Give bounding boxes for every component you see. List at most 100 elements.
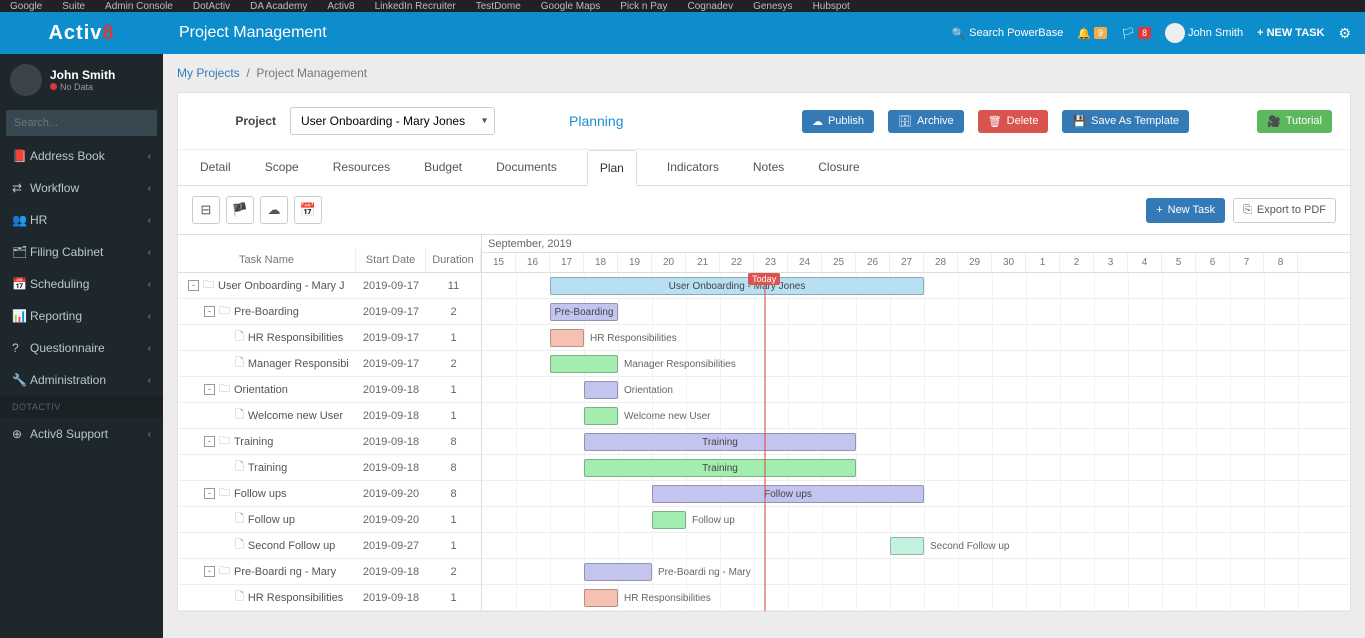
bookmark-item[interactable]: Pick n Pay	[620, 1, 667, 12]
task-row[interactable]: -🗀Pre-Boardi ng - Mary2019-09-182	[178, 559, 481, 585]
tree-toggle[interactable]: -	[204, 566, 215, 577]
sidebar-item-activ8-support[interactable]: ⊕Activ8 Support‹	[0, 418, 163, 450]
gantt-bar[interactable]: Pre-Boarding	[550, 303, 618, 321]
task-row[interactable]: 🗋Welcome new User2019-09-181	[178, 403, 481, 429]
sidebar-item-filing-cabinet[interactable]: 🗂Filing Cabinet‹	[0, 236, 163, 268]
notifications-button[interactable]: 🔔 9	[1077, 27, 1107, 40]
download-button[interactable]: ☁	[260, 196, 288, 224]
collapse-all-button[interactable]: ⊟	[192, 196, 220, 224]
sidebar-item-hr[interactable]: 👥HR‹	[0, 204, 163, 236]
task-row[interactable]: 🗋Follow up2019-09-201	[178, 507, 481, 533]
tab-plan[interactable]: Plan	[587, 150, 637, 186]
breadcrumb-home[interactable]: My Projects	[177, 66, 240, 80]
search-powerbase[interactable]: 🔍 Search PowerBase	[951, 27, 1063, 40]
export-pdf-button[interactable]: ⎘Export to PDF	[1233, 198, 1336, 223]
date-button[interactable]: 📅	[294, 196, 322, 224]
project-select-wrap[interactable]: User Onboarding - Mary Jones ▾	[290, 107, 495, 135]
bookmark-item[interactable]: TestDome	[476, 1, 521, 12]
gantt-bar[interactable]	[550, 355, 618, 373]
gantt-bar[interactable]	[652, 511, 686, 529]
task-name: User Onboarding - Mary J	[218, 280, 345, 292]
gantt-bar[interactable]	[550, 329, 584, 347]
user-menu[interactable]: John Smith	[1165, 23, 1243, 43]
gantt-bar[interactable]	[584, 589, 618, 607]
gantt-bar-label: Pre-Boardi ng - Mary	[652, 563, 751, 581]
gantt-bar-label: Welcome new User	[618, 407, 711, 425]
search-input[interactable]	[6, 111, 164, 135]
bookmark-item[interactable]: Activ8	[327, 1, 354, 12]
task-start: 2019-09-27	[356, 540, 426, 552]
gantt-bar[interactable]	[890, 537, 924, 555]
bookmark-item[interactable]: Admin Console	[105, 1, 173, 12]
gantt-bar[interactable]	[584, 381, 618, 399]
publish-button[interactable]: ☁Publish	[802, 110, 874, 133]
sidebar-item-reporting[interactable]: 📊Reporting‹	[0, 300, 163, 332]
tab-scope[interactable]: Scope	[261, 150, 303, 186]
task-row[interactable]: 🗋Training2019-09-188	[178, 455, 481, 481]
tab-detail[interactable]: Detail	[196, 150, 235, 186]
task-row[interactable]: 🗋Manager Responsibi2019-09-172	[178, 351, 481, 377]
bookmark-item[interactable]: DotActiv	[193, 1, 230, 12]
nav-section-header: DOTACTIV	[0, 396, 163, 418]
tab-notes[interactable]: Notes	[749, 150, 788, 186]
new-task-header-button[interactable]: + NEW TASK	[1257, 27, 1324, 39]
task-row[interactable]: -🗀Orientation2019-09-181	[178, 377, 481, 403]
bookmark-item[interactable]: Suite	[62, 1, 85, 12]
breadcrumb: My Projects / Project Management	[177, 66, 1351, 80]
task-row[interactable]: 🗋HR Responsibilities2019-09-171	[178, 325, 481, 351]
bookmark-item[interactable]: Genesys	[753, 1, 792, 12]
gantt-bar[interactable]	[584, 407, 618, 425]
task-row[interactable]: -🗀Pre-Boarding2019-09-172	[178, 299, 481, 325]
bookmark-item[interactable]: Google Maps	[541, 1, 600, 12]
gantt-bar[interactable]: User Onboarding - Mary Jones	[550, 277, 924, 295]
tab-indicators[interactable]: Indicators	[663, 150, 723, 186]
tutorial-button[interactable]: 🎥Tutorial	[1257, 110, 1332, 133]
tab-documents[interactable]: Documents	[492, 150, 561, 186]
sidebar-item-administration[interactable]: 🔧Administration‹	[0, 364, 163, 396]
day-header: 26	[856, 253, 890, 272]
day-header: 28	[924, 253, 958, 272]
tree-toggle[interactable]: -	[204, 436, 215, 447]
task-row[interactable]: -🗀Follow ups2019-09-208	[178, 481, 481, 507]
archive-button[interactable]: 🗄Archive	[888, 110, 964, 133]
bookmark-item[interactable]: DA Academy	[250, 1, 307, 12]
delete-button[interactable]: 🗑Delete	[978, 110, 1049, 133]
task-row[interactable]: 🗋Second Follow up2019-09-271	[178, 533, 481, 559]
gantt-bar[interactable]: Training	[584, 459, 856, 477]
task-name: Pre-Boarding	[234, 306, 299, 318]
bookmark-item[interactable]: LinkedIn Recruiter	[375, 1, 456, 12]
tree-toggle[interactable]: -	[188, 280, 199, 291]
bookmark-item[interactable]: Google	[10, 1, 42, 12]
save-template-button[interactable]: 💾Save As Template	[1062, 110, 1189, 133]
tab-budget[interactable]: Budget	[420, 150, 466, 186]
task-row[interactable]: -🗀Training2019-09-188	[178, 429, 481, 455]
tree-toggle[interactable]: -	[204, 488, 215, 499]
sidebar-item-scheduling[interactable]: 📅Scheduling‹	[0, 268, 163, 300]
task-start: 2019-09-17	[356, 280, 426, 292]
project-select[interactable]: User Onboarding - Mary Jones	[290, 107, 495, 135]
sidebar-item-address-book[interactable]: 📕Address Book‹	[0, 140, 163, 172]
messages-button[interactable]: 🏳 8	[1121, 27, 1151, 40]
task-row[interactable]: 🗋HR Responsibilities2019-09-181	[178, 585, 481, 611]
tree-toggle[interactable]: -	[204, 306, 215, 317]
new-task-button[interactable]: +New Task	[1146, 198, 1225, 223]
gantt-bar-label: Orientation	[618, 381, 673, 399]
bookmark-item[interactable]: Hubspot	[813, 1, 850, 12]
tab-closure[interactable]: Closure	[814, 150, 863, 186]
tab-resources[interactable]: Resources	[329, 150, 394, 186]
folder-icon: 🗀	[219, 380, 230, 399]
task-row[interactable]: -🗀User Onboarding - Mary J2019-09-1711	[178, 273, 481, 299]
sidebar-item-workflow[interactable]: ⇄Workflow‹	[0, 172, 163, 204]
flag-button[interactable]: 🏴	[226, 196, 254, 224]
gear-icon[interactable]: ⚙	[1338, 25, 1351, 42]
gantt-bar[interactable]: Follow ups	[652, 485, 924, 503]
gantt-bar[interactable]	[584, 563, 652, 581]
sidebar-search[interactable]: 🔍	[6, 110, 157, 136]
document-icon: 🗋	[235, 510, 244, 529]
sidebar-item-questionnaire[interactable]: ?Questionnaire‹	[0, 332, 163, 364]
life-icon: ⊕	[12, 427, 30, 441]
gantt-bar[interactable]: Training	[584, 433, 856, 451]
bookmark-item[interactable]: Cognadev	[688, 1, 734, 12]
gantt-timeline[interactable]: September, 2019 151617181920212223242526…	[482, 235, 1350, 611]
tree-toggle[interactable]: -	[204, 384, 215, 395]
